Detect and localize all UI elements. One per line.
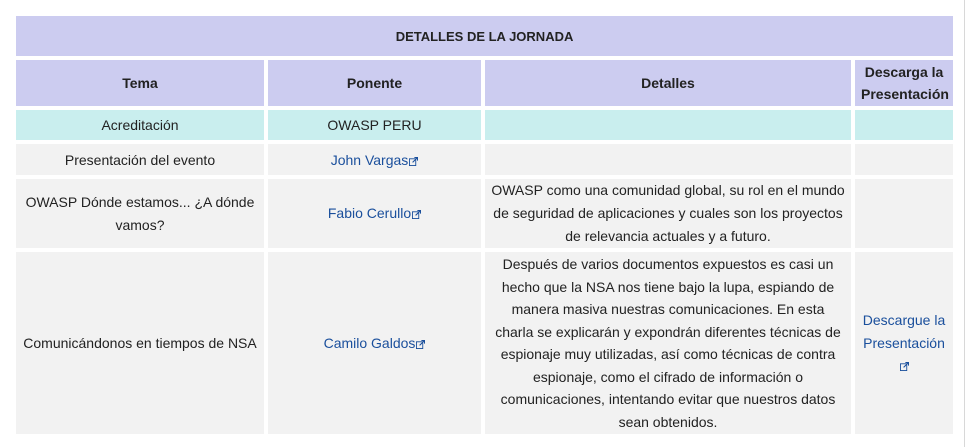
- details-cell: [485, 110, 851, 140]
- table-row: Comunicándonos en tiempos de NSA Camilo …: [16, 252, 954, 434]
- speaker-cell: Fabio Cerullo: [268, 179, 481, 248]
- download-cell: [855, 110, 954, 140]
- table-row: Acreditación OWASP PERU: [16, 110, 954, 140]
- topic-cell: Presentación del evento: [16, 144, 264, 175]
- table-row: Presentación del evento John Vargas: [16, 144, 954, 175]
- download-presentation-link[interactable]: Descargue la Presentación: [862, 312, 946, 373]
- external-link-icon: [416, 339, 426, 349]
- speaker-link-fabio-cerullo[interactable]: Fabio Cerullo: [327, 205, 422, 221]
- table-row: OWASP Dónde estamos... ¿A dónde vamos? F…: [16, 179, 954, 248]
- speaker-cell: Camilo Galdos: [268, 252, 481, 434]
- download-cell: [855, 144, 954, 175]
- speaker-link-john-vargas[interactable]: John Vargas: [331, 152, 419, 168]
- column-header-download: Descarga la Presentación: [855, 60, 954, 106]
- details-cell: Después de varios documentos expuestos e…: [485, 252, 851, 434]
- page: DETALLES DE LA JORNADA Tema Ponente Deta…: [0, 0, 970, 447]
- topic-cell: Comunicándonos en tiempos de NSA: [16, 252, 264, 434]
- column-header-details: Detalles: [485, 60, 851, 106]
- speaker-link-label: John Vargas: [330, 151, 409, 168]
- topic-cell: OWASP Dónde estamos... ¿A dónde vamos?: [16, 179, 264, 248]
- speaker-link-label: Fabio Cerullo: [327, 205, 412, 221]
- column-header-topic: Tema: [16, 60, 264, 106]
- download-cell: [855, 179, 954, 248]
- schedule-table: DETALLES DE LA JORNADA Tema Ponente Deta…: [12, 12, 957, 438]
- download-cell: Descargue la Presentación: [855, 252, 954, 434]
- download-link-label: Descargue la Presentación: [862, 312, 946, 351]
- speaker-link-label: Camilo Galdos: [323, 334, 416, 351]
- table-caption: DETALLES DE LA JORNADA: [16, 16, 954, 56]
- details-cell: [485, 144, 851, 175]
- external-link-icon: [900, 362, 910, 372]
- details-cell: OWASP como una comunidad global, su rol …: [485, 179, 851, 248]
- speaker-link-camilo-galdos[interactable]: Camilo Galdos: [324, 335, 426, 351]
- page-border: [964, 0, 965, 447]
- column-header-speaker: Ponente: [268, 60, 481, 106]
- external-link-icon: [412, 210, 422, 219]
- topic-cell: Acreditación: [16, 110, 264, 140]
- external-link-icon: [409, 156, 419, 166]
- speaker-cell: John Vargas: [268, 144, 481, 175]
- speaker-cell: OWASP PERU: [268, 110, 481, 140]
